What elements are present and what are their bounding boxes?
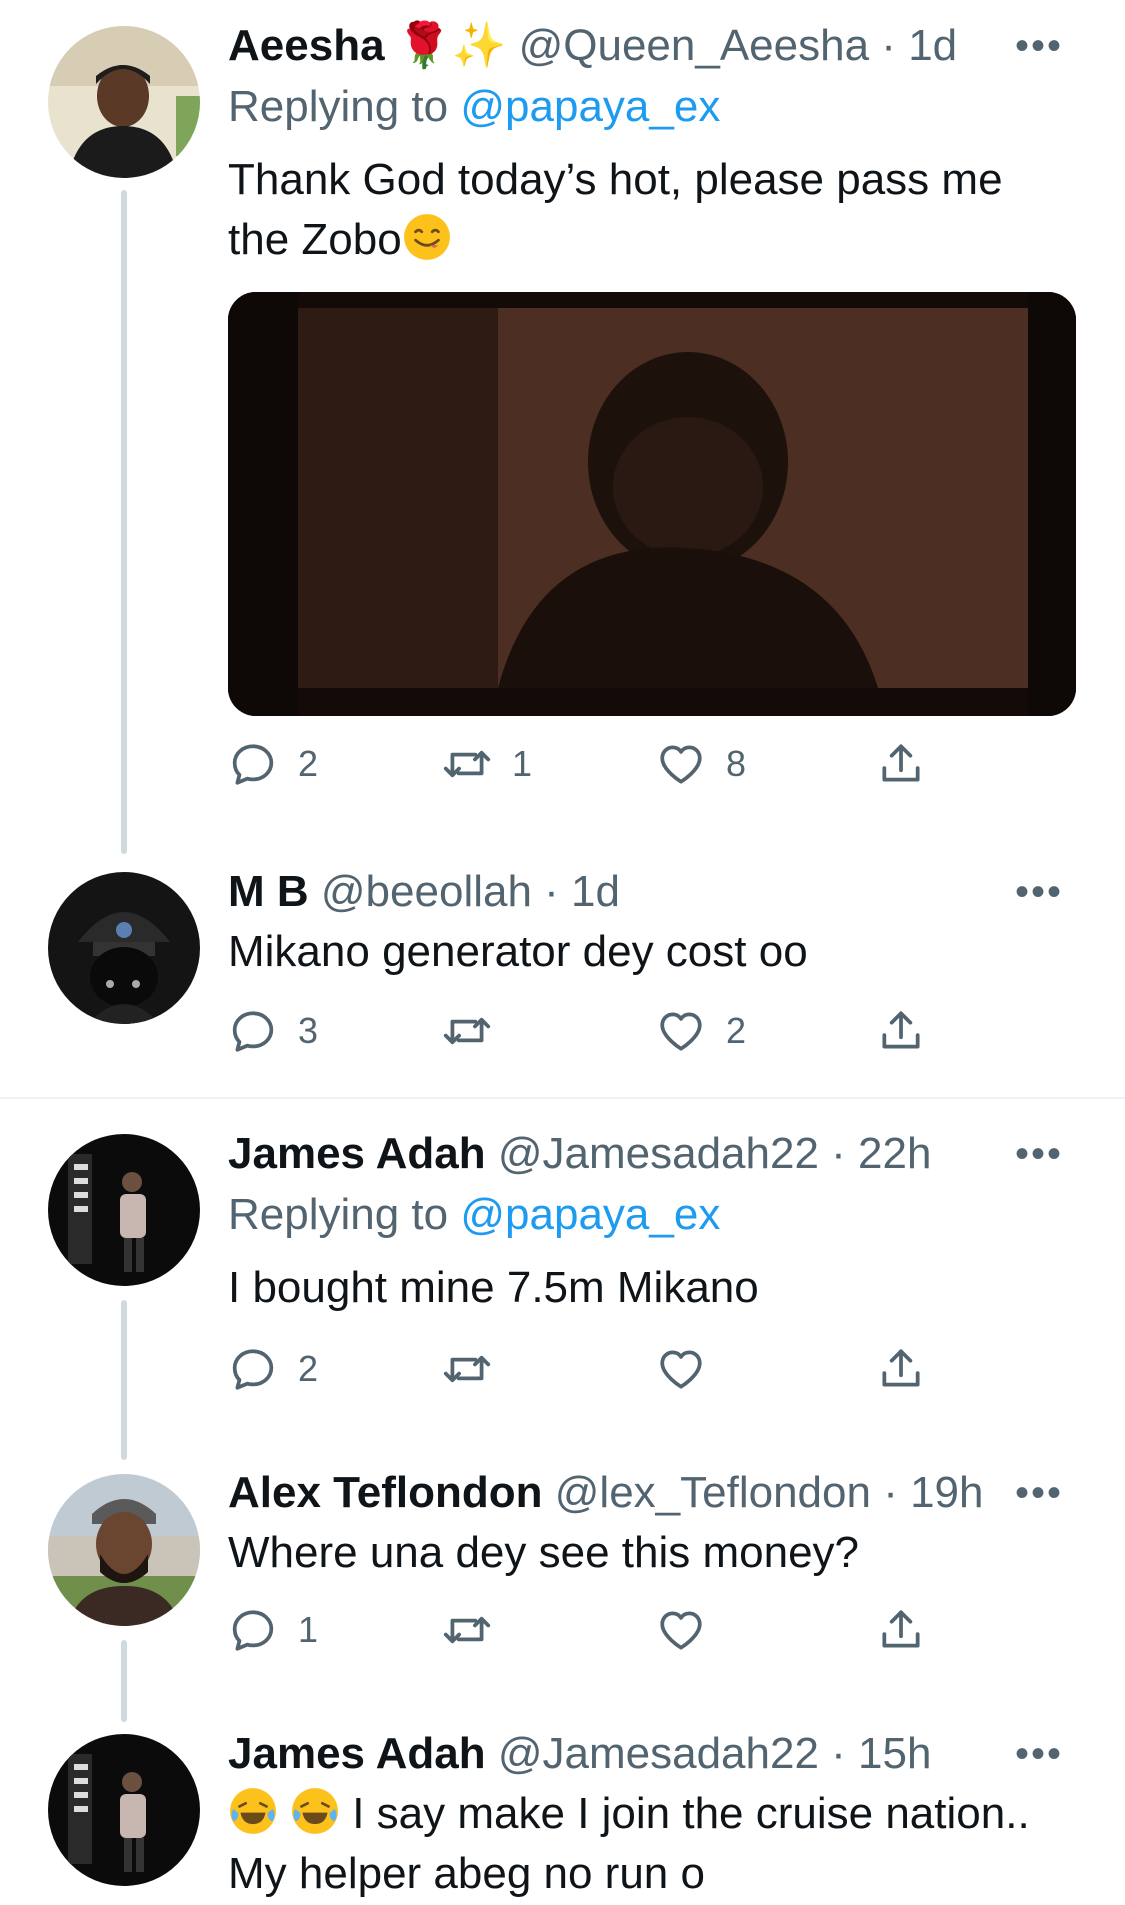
separator: · [870, 1468, 911, 1517]
retweet-button[interactable] [442, 1329, 512, 1409]
share-icon [876, 1344, 926, 1394]
replying-to: Replying to @papaya_ex [228, 1184, 1085, 1246]
replying-to: Replying to @papaya_ex [228, 76, 1085, 138]
share-button[interactable] [876, 991, 926, 1071]
tweet-alex-teflondon[interactable]: Alex Teflondon @lex_Teflondon · 19h ••• … [0, 0, 1125, 1722]
heart-icon [656, 1344, 706, 1394]
like-button[interactable]: 8 [656, 724, 746, 804]
reply-count: 1 [298, 1609, 319, 1650]
tweet-header: James Adah @Jamesadah22 · 22h ••• [228, 1124, 1085, 1184]
tweet-text-line: the Zobo [228, 210, 1085, 270]
display-name[interactable]: James Adah [228, 1129, 486, 1178]
handle[interactable]: @lex_Teflondon [555, 1468, 871, 1517]
tweet-header: James Adah @Jamesadah22 · 15h ••• [228, 1724, 1085, 1784]
reply-count: 2 [298, 743, 319, 784]
thread-line [121, 190, 127, 854]
reply-button[interactable]: 1 [228, 1590, 318, 1670]
tweet-text: I bought mine 7.5m Mikano [228, 1263, 759, 1312]
handle[interactable]: @beeollah [321, 867, 532, 916]
timestamp[interactable]: 19h [910, 1468, 983, 1517]
retweet-button[interactable]: 1 [442, 724, 532, 804]
thread-line [121, 1640, 127, 1722]
share-icon [876, 1605, 926, 1655]
avatar[interactable] [48, 872, 200, 1024]
reply-button[interactable]: 2 [228, 724, 318, 804]
mention-link[interactable]: @papaya_ex [460, 82, 720, 131]
like-button[interactable] [656, 1329, 726, 1409]
display-name[interactable]: M B [228, 867, 309, 916]
like-count: 2 [726, 1010, 747, 1051]
tweet-text-line: I say make I join the cruise nation.. [228, 1784, 1085, 1844]
share-button[interactable] [876, 1329, 926, 1409]
avatar[interactable] [48, 1474, 200, 1626]
handle[interactable]: @Jamesadah22 [498, 1129, 819, 1178]
thread-line [121, 1300, 127, 1460]
separator: · [818, 1729, 859, 1778]
tweet-actions: 1 [228, 1590, 1125, 1670]
retweet-icon [442, 1605, 492, 1655]
timestamp[interactable]: 1d [571, 867, 620, 916]
handle[interactable]: @Jamesadah22 [498, 1729, 819, 1778]
more-icon[interactable]: ••• [1015, 1463, 1063, 1523]
tweet-actions: 2 1 8 [228, 724, 1125, 804]
display-name[interactable]: James Adah [228, 1729, 486, 1778]
share-icon [876, 739, 926, 789]
joy-emoji-icon [290, 1786, 340, 1836]
tweet-header: Alex Teflondon @lex_Teflondon · 19h ••• [228, 1463, 1085, 1523]
retweet-icon [442, 1006, 492, 1056]
smile-emoji-icon [402, 212, 452, 262]
more-icon[interactable]: ••• [1015, 1124, 1063, 1184]
like-count: 8 [726, 743, 747, 784]
retweet-button[interactable] [442, 991, 512, 1071]
share-button[interactable] [876, 1590, 926, 1670]
timestamp[interactable]: 22h [858, 1129, 931, 1178]
reply-count: 3 [298, 1010, 319, 1051]
retweet-icon [442, 1344, 492, 1394]
mention-link[interactable]: @papaya_ex [460, 1190, 720, 1239]
avatar[interactable] [48, 1134, 200, 1286]
timestamp[interactable]: 15h [858, 1729, 931, 1778]
more-icon[interactable]: ••• [1015, 862, 1063, 922]
divider [0, 1097, 1125, 1099]
reply-icon [228, 1006, 278, 1056]
avatar[interactable] [48, 1734, 200, 1886]
like-button[interactable] [656, 1590, 726, 1670]
display-name[interactable]: Alex Teflondon [228, 1468, 543, 1517]
retweet-icon [442, 739, 492, 789]
joy-emoji-icon [228, 1786, 278, 1836]
heart-icon [656, 739, 706, 789]
tweet-text-line: My helper abeg no run o [228, 1849, 705, 1898]
separator: · [818, 1129, 859, 1178]
share-button[interactable] [876, 724, 926, 804]
tweet-header: M B @beeollah · 1d ••• [228, 862, 1085, 922]
reply-icon [228, 1605, 278, 1655]
separator: · [531, 867, 572, 916]
reply-icon [228, 739, 278, 789]
tweet-actions: 3 2 [228, 991, 1125, 1071]
replying-prefix: Replying to [228, 1190, 461, 1239]
share-icon [876, 1006, 926, 1056]
like-button[interactable]: 2 [656, 991, 746, 1071]
reply-button[interactable]: 2 [228, 1329, 318, 1409]
tweet-text-line: Thank God today’s hot, please pass me [228, 155, 1003, 204]
tweet-actions: 2 [228, 1329, 1125, 1409]
replying-prefix: Replying to [228, 82, 461, 131]
reply-button[interactable]: 3 [228, 991, 318, 1071]
tweet-text: Mikano generator dey cost oo [228, 927, 808, 976]
tweet-video[interactable] [228, 292, 1076, 716]
retweet-count: 1 [512, 743, 533, 784]
more-icon[interactable]: ••• [1015, 1724, 1063, 1784]
heart-icon [656, 1006, 706, 1056]
tweet-text: Thank God today’s hot, please pass me th… [228, 150, 1085, 270]
reply-count: 2 [298, 1348, 319, 1389]
tweet-text: Where una dey see this money? [228, 1528, 860, 1577]
heart-icon [656, 1605, 706, 1655]
tweet-text: I say make I join the cruise nation.. My… [228, 1784, 1085, 1904]
reply-icon [228, 1344, 278, 1394]
retweet-button[interactable] [442, 1590, 512, 1670]
